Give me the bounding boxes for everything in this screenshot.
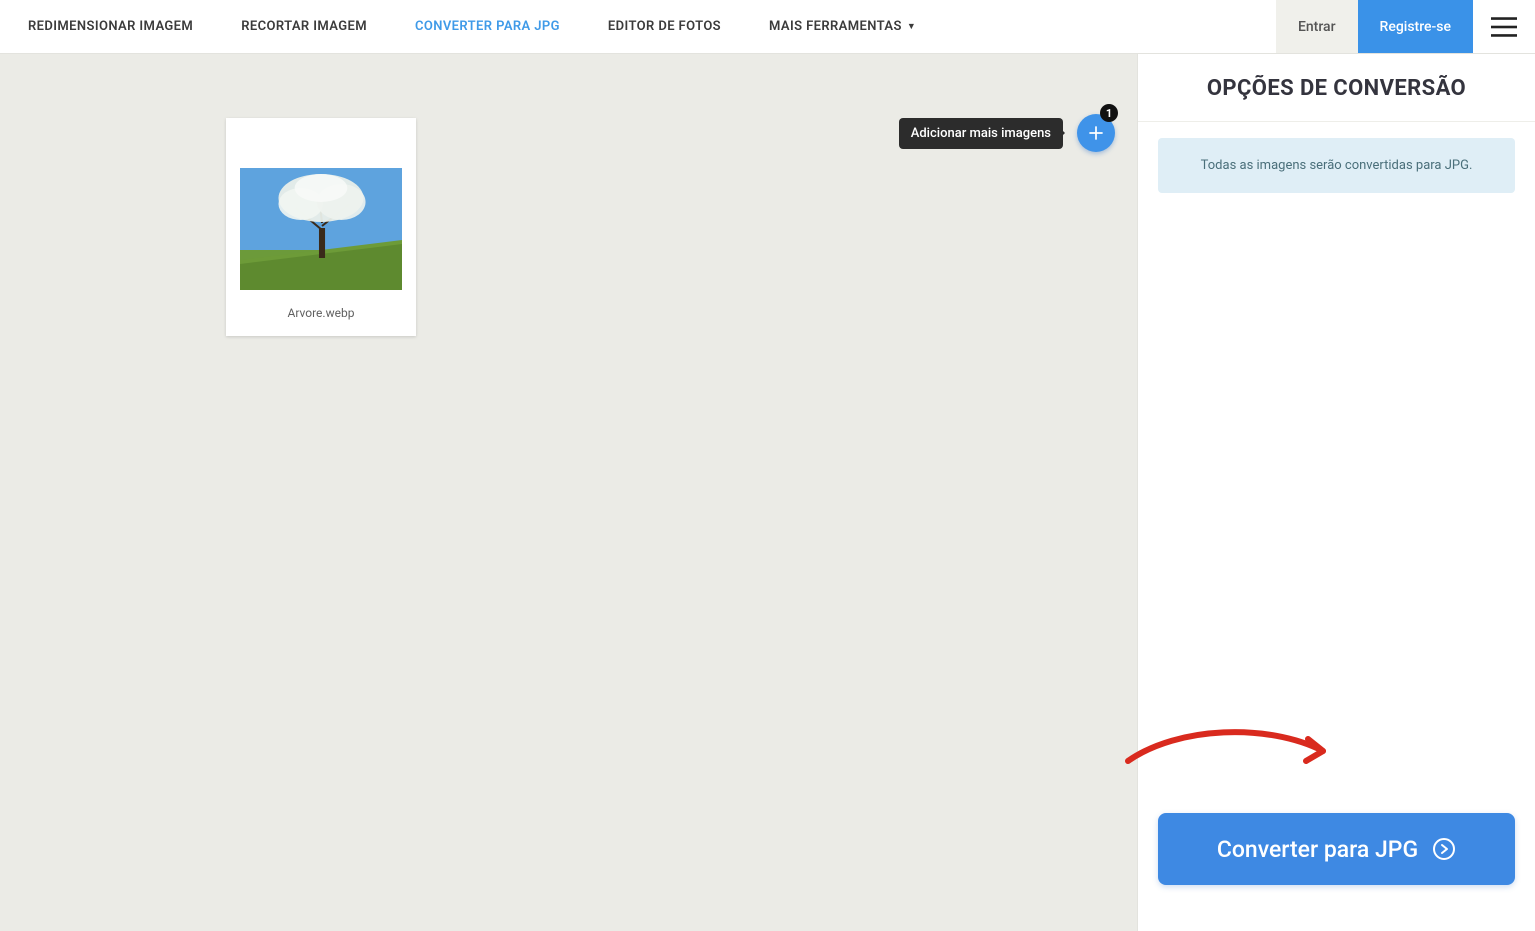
login-button[interactable]: Entrar	[1276, 0, 1358, 53]
plus-icon	[1087, 124, 1105, 142]
conversion-info: Todas as imagens serão convertidas para …	[1158, 138, 1515, 193]
add-images-button[interactable]: 1	[1077, 114, 1115, 152]
nav-photo-editor[interactable]: EDITOR DE FOTOS	[584, 0, 745, 53]
annotation-arrow	[1118, 721, 1348, 781]
chevron-down-icon: ▼	[907, 21, 916, 32]
thumbnail-illustration	[240, 168, 402, 290]
nav-convert-jpg[interactable]: CONVERTER PARA JPG	[391, 0, 584, 53]
nav-more-tools[interactable]: MAIS FERRAMENTAS ▼	[745, 0, 940, 53]
convert-button-label: Converter para JPG	[1217, 836, 1418, 863]
top-nav: REDIMENSIONAR IMAGEM RECORTAR IMAGEM CON…	[0, 0, 1535, 54]
image-filename: Arvore.webp	[226, 290, 416, 336]
add-images-tooltip: Adicionar mais imagens	[899, 118, 1063, 149]
register-button[interactable]: Registre-se	[1358, 0, 1473, 53]
image-thumbnail	[240, 168, 402, 290]
nav-resize[interactable]: REDIMENSIONAR IMAGEM	[4, 0, 217, 53]
image-count-badge: 1	[1100, 104, 1118, 122]
nav-more-tools-label: MAIS FERRAMENTAS	[769, 19, 902, 34]
image-canvas: Arvore.webp Adicionar mais imagens 1	[0, 54, 1137, 931]
arrow-circle-right-icon	[1432, 837, 1456, 861]
add-images-widget: Adicionar mais imagens 1	[899, 114, 1115, 152]
image-thumbnail-card[interactable]: Arvore.webp	[226, 118, 416, 336]
options-sidebar: OPÇÕES DE CONVERSÃO Todas as imagens ser…	[1137, 54, 1535, 931]
hamburger-icon	[1491, 17, 1517, 37]
convert-button[interactable]: Converter para JPG	[1158, 813, 1515, 885]
sidebar-title: OPÇÕES DE CONVERSÃO	[1138, 54, 1535, 122]
nav-crop[interactable]: RECORTAR IMAGEM	[217, 0, 391, 53]
main-content: Arvore.webp Adicionar mais imagens 1 OPÇ…	[0, 54, 1535, 931]
hamburger-menu[interactable]	[1473, 0, 1535, 53]
